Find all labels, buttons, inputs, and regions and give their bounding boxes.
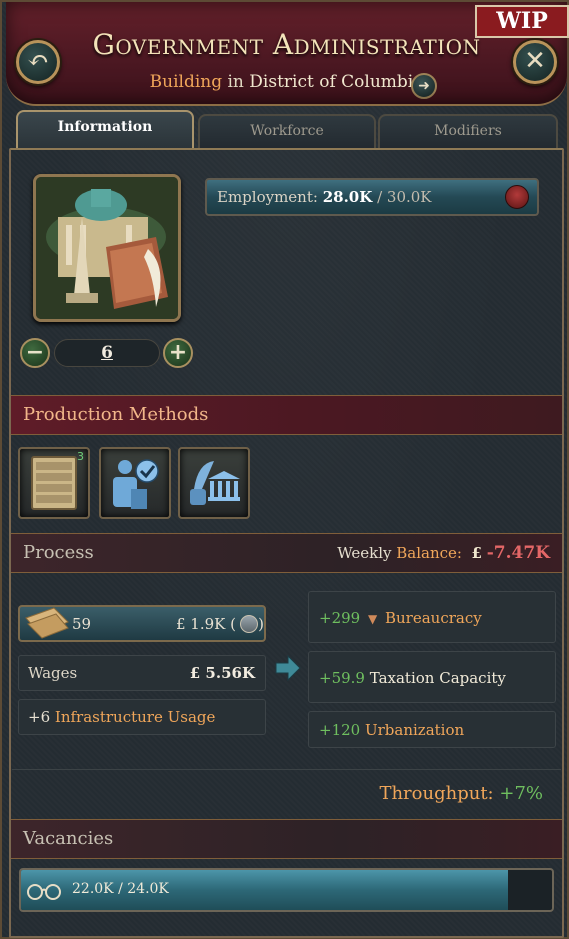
bureaucracy-icon: ▼ (367, 612, 378, 626)
downsize-button[interactable]: − (20, 338, 50, 368)
paper-icon (25, 607, 69, 639)
close-icon: ✕ (524, 46, 546, 76)
production-methods-header: Production Methods (11, 395, 562, 435)
wages-value: £ 5.56K (189, 664, 255, 682)
building-level-stepper: − 6 + (18, 337, 196, 371)
urbanization-label: Urbanization (364, 721, 465, 739)
production-method-1[interactable]: 3 (18, 447, 90, 519)
vacancies-bar[interactable]: 22.0K / 24.0K (19, 868, 554, 912)
goto-location-icon[interactable]: ➜ (411, 73, 437, 99)
infrastructure-row[interactable]: +6 Infrastructure Usage (18, 699, 266, 735)
input-count: 59 (72, 615, 92, 633)
back-arrow-icon: ↶ (27, 46, 49, 76)
close-paren: ) (258, 615, 264, 633)
wages-label: Wages (28, 664, 78, 682)
vacancies-header: Vacancies (11, 819, 562, 859)
employment-separator: / (377, 188, 383, 206)
subtitle-in: in (227, 72, 244, 92)
glasses-icon (27, 884, 61, 900)
tab-workforce[interactable]: Workforce (198, 114, 376, 148)
employment-max: 30.0K (386, 188, 432, 206)
pop-icon (505, 185, 529, 209)
close-button[interactable]: ✕ (513, 40, 557, 84)
location-link[interactable]: District of Columbia (249, 72, 423, 92)
production-method-3[interactable] (178, 447, 250, 519)
production-methods-title: Production Methods (23, 404, 209, 425)
tab-bar: Information Workforce Modifiers (16, 110, 558, 150)
expand-button[interactable]: + (163, 338, 193, 368)
vacancies-text: 22.0K / 24.0K (72, 881, 169, 897)
throughput-value: +7% (499, 783, 543, 804)
output-urbanization[interactable]: +120 Urbanization (308, 711, 556, 748)
building-level-value: 6 (54, 339, 160, 367)
building-type-label: Building (149, 72, 223, 92)
throughput-label: Throughput: (379, 783, 494, 804)
taxation-label: Taxation Capacity (369, 669, 506, 687)
tab-information[interactable]: Information (16, 110, 194, 150)
capitol-building-illustration (36, 177, 178, 319)
process-header: Process Weekly Balance: £ -7.47K (11, 533, 562, 573)
employment-label: Employment: (217, 188, 318, 206)
back-button[interactable]: ↶ (16, 40, 60, 84)
process-title: Process (23, 542, 94, 563)
input-goods-paper[interactable]: 59 £ 1.9K ( ) (18, 605, 266, 642)
employment-current: 28.0K (322, 188, 373, 206)
balance-value: -7.47K (486, 543, 550, 563)
wip-badge: WIP (475, 5, 569, 38)
building-panel: Government Administration Building in Di… (0, 0, 569, 939)
panel-subtitle: Building in District of Columbia (6, 72, 567, 92)
quill-government-icon (190, 461, 240, 505)
divider (12, 769, 561, 770)
urbanization-value: +120 (319, 721, 361, 739)
clerk-checkmark-icon (113, 459, 159, 509)
building-image (33, 174, 181, 322)
bureaucracy-value: +299 (319, 609, 361, 627)
weekly-label: Weekly (337, 544, 392, 562)
wages-row[interactable]: Wages £ 5.56K (18, 655, 266, 691)
balance-label: Balance: (396, 544, 462, 562)
infrastructure-label: Infrastructure Usage (54, 708, 216, 726)
output-taxation-capacity[interactable]: +59.9 Taxation Capacity (308, 651, 556, 703)
open-paren: ( (230, 615, 236, 633)
tab-modifiers[interactable]: Modifiers (378, 114, 558, 148)
balance-currency: £ (471, 544, 482, 562)
taxation-value: +59.9 (319, 669, 365, 687)
pm-option-count: 3 (77, 450, 84, 463)
weekly-balance[interactable]: Weekly Balance: £ -7.47K (337, 534, 550, 572)
employment-bar[interactable]: Employment: 28.0K / 30.0K (205, 178, 539, 216)
infrastructure-value: +6 (28, 708, 51, 726)
bureaucracy-label: Bureaucracy (385, 609, 482, 627)
throughput[interactable]: Throughput: +7% (379, 783, 543, 804)
output-bureaucracy[interactable]: +299 ▼ Bureaucracy (308, 591, 556, 643)
arrow-right-icon (275, 654, 301, 682)
input-cost-value: £ 1.9K (175, 615, 226, 633)
coins-icon (240, 615, 258, 633)
input-cost: £ 1.9K ( (176, 615, 236, 633)
production-method-2[interactable] (99, 447, 171, 519)
vacancies-title: Vacancies (23, 828, 114, 849)
